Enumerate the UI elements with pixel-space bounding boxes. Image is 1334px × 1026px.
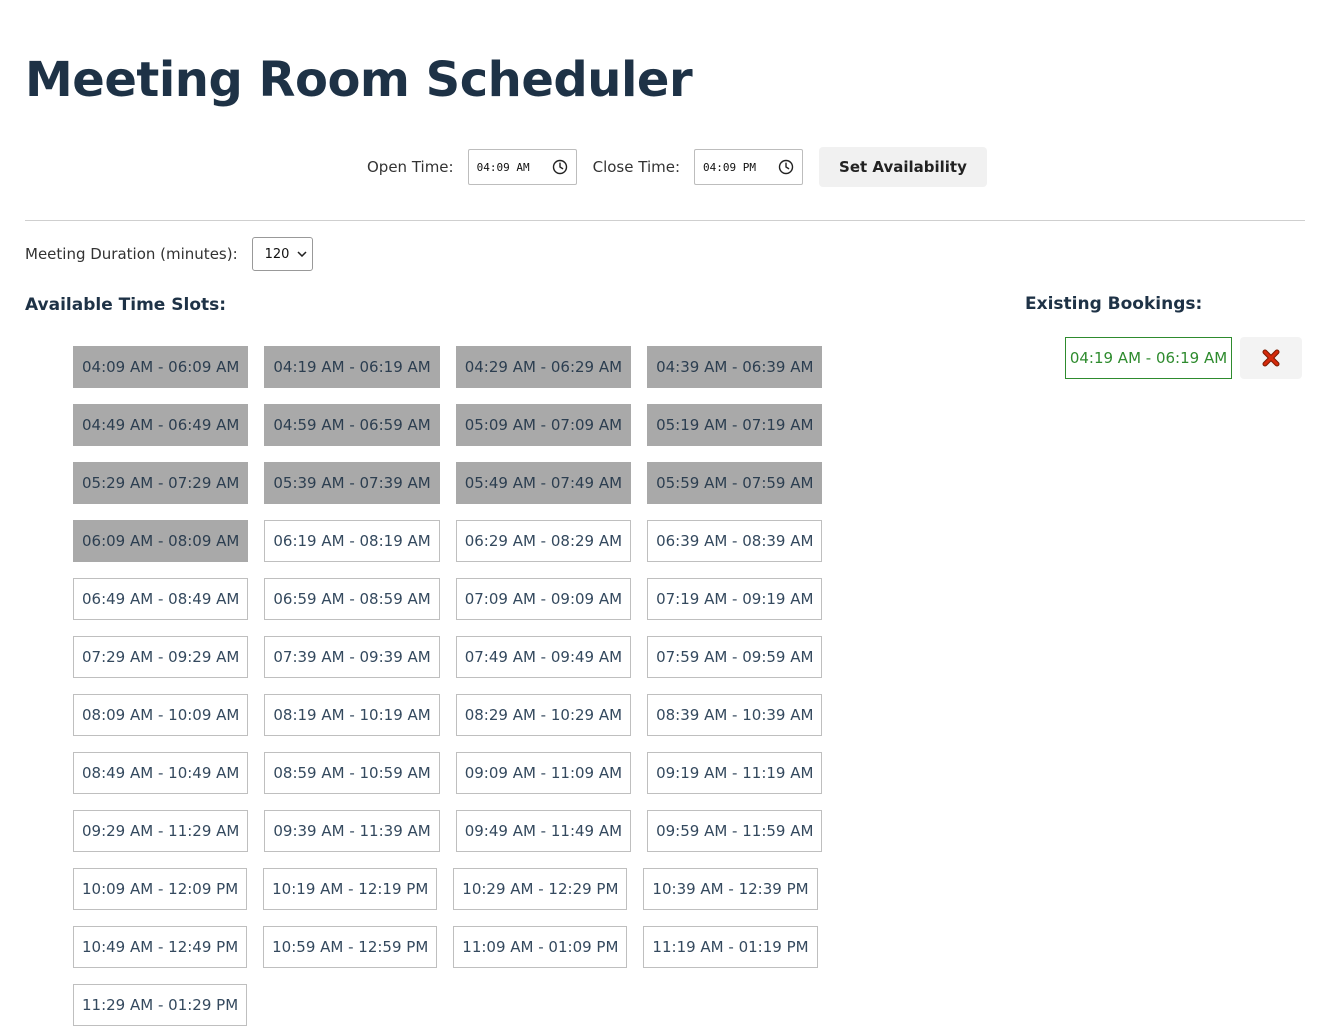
time-slot-button[interactable]: 04:59 AM - 06:59 AM	[264, 404, 440, 446]
time-slot-button[interactable]: 07:39 AM - 09:39 AM	[264, 636, 440, 678]
time-slot-button[interactable]: 06:29 AM - 08:29 AM	[455, 520, 632, 562]
time-slot-button[interactable]: 05:39 AM - 07:39 AM	[264, 462, 440, 504]
time-slot-button[interactable]: 10:39 AM - 12:39 PM	[643, 868, 818, 910]
time-slot-button[interactable]: 08:39 AM - 10:39 AM	[647, 694, 823, 736]
time-slot-button[interactable]: 08:19 AM - 10:19 AM	[264, 694, 440, 736]
duration-label: Meeting Duration (minutes):	[25, 245, 238, 263]
open-time-label: Open Time:	[367, 158, 454, 176]
time-slot-button[interactable]: 04:19 AM - 06:19 AM	[264, 346, 440, 388]
existing-bookings-heading: Existing Bookings:	[1025, 294, 1203, 314]
time-slot-button[interactable]: 07:49 AM - 09:49 AM	[455, 636, 632, 678]
close-time-input[interactable]: 04:09 PM	[694, 149, 804, 185]
time-slot-button[interactable]: 06:39 AM - 08:39 AM	[647, 520, 823, 562]
close-x-icon	[1262, 349, 1280, 367]
time-slot-button[interactable]: 05:49 AM - 07:49 AM	[455, 462, 632, 504]
time-slot-button[interactable]: 06:49 AM - 08:49 AM	[73, 578, 249, 620]
clock-icon[interactable]	[778, 159, 794, 175]
open-time-value: 04:09 AM	[476, 160, 530, 174]
time-slot-button[interactable]: 07:29 AM - 09:29 AM	[73, 636, 249, 678]
time-slot-button[interactable]: 07:09 AM - 09:09 AM	[455, 578, 632, 620]
time-slot-button[interactable]: 05:59 AM - 07:59 AM	[647, 462, 823, 504]
delete-booking-button[interactable]	[1240, 337, 1302, 379]
time-slot-button[interactable]: 09:39 AM - 11:39 AM	[264, 810, 440, 852]
time-slot-button[interactable]: 10:49 AM - 12:49 PM	[73, 926, 248, 968]
time-slot-button[interactable]: 05:19 AM - 07:19 AM	[647, 404, 823, 446]
clock-icon[interactable]	[552, 159, 568, 175]
available-slots-heading: Available Time Slots:	[25, 295, 227, 315]
duration-select[interactable]: 120	[251, 237, 313, 271]
time-slot-button[interactable]: 04:09 AM - 06:09 AM	[73, 346, 249, 388]
time-slot-button[interactable]: 09:29 AM - 11:29 AM	[73, 810, 249, 852]
duration-value: 120	[264, 246, 290, 262]
time-slot-button[interactable]: 08:29 AM - 10:29 AM	[455, 694, 632, 736]
time-slot-button[interactable]: 10:19 AM - 12:19 PM	[263, 868, 438, 910]
time-slot-button[interactable]: 05:29 AM - 07:29 AM	[73, 462, 249, 504]
page-title: Meeting Room Scheduler	[25, 52, 693, 108]
booking-item: 04:19 AM - 06:19 AM	[1065, 337, 1232, 379]
time-slot-button[interactable]: 06:19 AM - 08:19 AM	[264, 520, 440, 562]
time-slot-button[interactable]: 08:09 AM - 10:09 AM	[73, 694, 249, 736]
time-slot-button[interactable]: 10:29 AM - 12:29 PM	[453, 868, 628, 910]
close-time-value: 04:09 PM	[703, 160, 756, 174]
open-time-input[interactable]: 04:09 AM	[467, 149, 577, 185]
time-slot-button[interactable]: 04:49 AM - 06:49 AM	[73, 404, 249, 446]
time-slot-button[interactable]: 11:29 AM - 01:29 PM	[73, 984, 248, 1026]
time-slot-button[interactable]: 04:39 AM - 06:39 AM	[647, 346, 823, 388]
time-slot-button[interactable]: 08:59 AM - 10:59 AM	[264, 752, 440, 794]
time-slot-button[interactable]: 11:09 AM - 01:09 PM	[453, 926, 628, 968]
availability-controls: Open Time: 04:09 AM Close Time: 04:09 PM…	[367, 147, 987, 187]
time-slot-button[interactable]: 07:59 AM - 09:59 AM	[647, 636, 823, 678]
duration-row: Meeting Duration (minutes): 120	[25, 237, 313, 271]
time-slot-button[interactable]: 06:09 AM - 08:09 AM	[73, 520, 249, 562]
slots-grid: 04:09 AM - 06:09 AM 04:19 AM - 06:19 AM 04…	[73, 346, 993, 1026]
chevron-down-icon	[297, 251, 307, 257]
time-slot-button[interactable]: 09:19 AM - 11:19 AM	[647, 752, 823, 794]
time-slot-button[interactable]: 06:59 AM - 08:59 AM	[264, 578, 440, 620]
close-time-label: Close Time:	[592, 158, 681, 176]
time-slot-button[interactable]: 05:09 AM - 07:09 AM	[455, 404, 632, 446]
time-slot-button[interactable]: 09:59 AM - 11:59 AM	[647, 810, 823, 852]
divider	[25, 220, 1305, 221]
time-slot-button[interactable]: 11:19 AM - 01:19 PM	[643, 926, 818, 968]
set-availability-button[interactable]: Set Availability	[819, 147, 987, 187]
time-slot-button[interactable]: 10:09 AM - 12:09 PM	[73, 868, 248, 910]
time-slot-button[interactable]: 07:19 AM - 09:19 AM	[647, 578, 823, 620]
time-slot-button[interactable]: 09:49 AM - 11:49 AM	[455, 810, 632, 852]
time-slot-button[interactable]: 08:49 AM - 10:49 AM	[73, 752, 249, 794]
time-slot-button[interactable]: 04:29 AM - 06:29 AM	[455, 346, 632, 388]
time-slot-button[interactable]: 10:59 AM - 12:59 PM	[263, 926, 438, 968]
time-slot-button[interactable]: 09:09 AM - 11:09 AM	[455, 752, 632, 794]
